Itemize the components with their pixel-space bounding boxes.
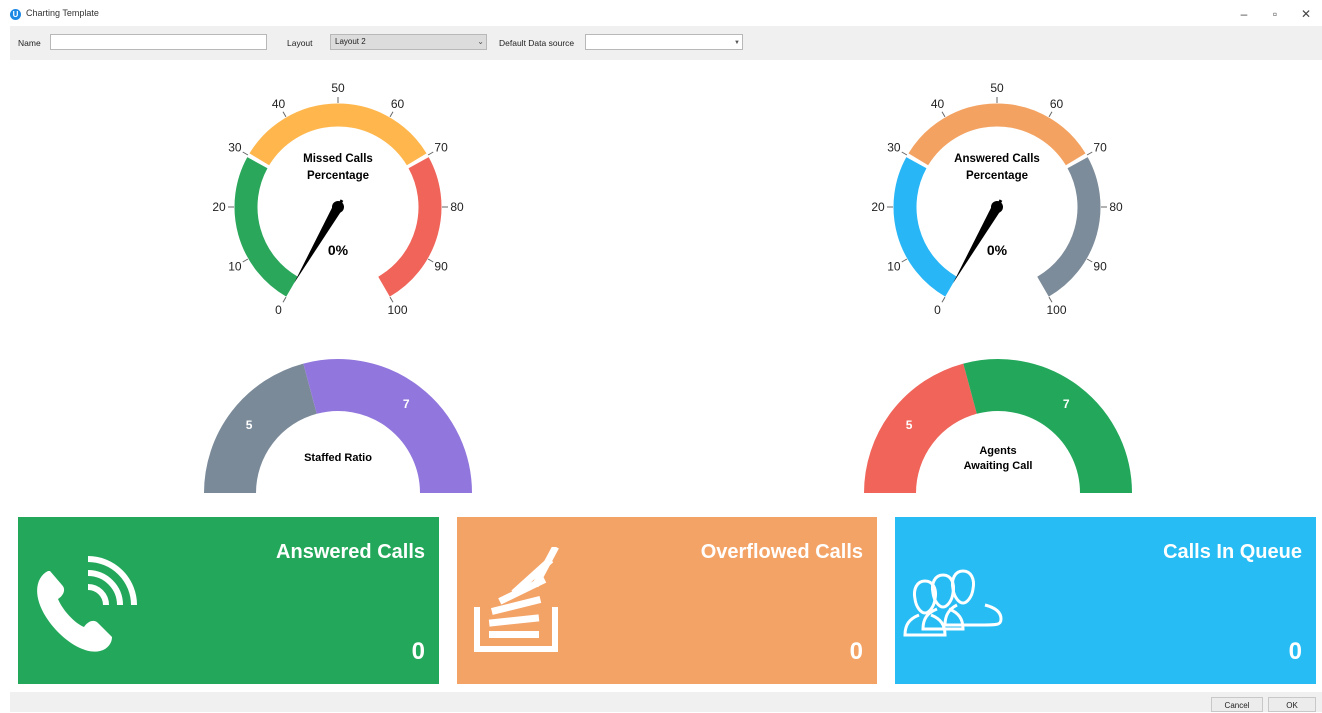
answered-tick-label-100: 100 xyxy=(1046,303,1066,317)
answered-tick-100 xyxy=(1048,296,1053,303)
missed-gauge-value: 0% xyxy=(328,242,349,258)
overflowed-calls-value: 0 xyxy=(849,638,863,665)
missed-tick-label-20: 20 xyxy=(212,200,226,214)
answered-gauge-title-line2: Percentage xyxy=(966,170,1028,182)
staffed-segment-label-1: 7 xyxy=(403,397,410,411)
answered-tick-label-50: 50 xyxy=(990,81,1004,95)
answered-calls-value: 0 xyxy=(411,638,425,665)
agents-segment-label-0: 5 xyxy=(906,418,913,432)
staffed-ratio-chart: 57 xyxy=(204,359,472,494)
answered-tick-label-80: 80 xyxy=(1109,200,1123,214)
missed-calls-gauge: 0 10 20 30 40 50 60 70 80 90 100 xyxy=(212,81,464,317)
missed-gauge-band-2 xyxy=(377,157,442,297)
missed-tick-label-100: 100 xyxy=(387,303,407,317)
missed-tick-60 xyxy=(389,111,394,118)
missed-tick-70 xyxy=(427,151,434,156)
staffed-segment-label-0: 5 xyxy=(246,418,253,432)
agents-segment-0 xyxy=(864,363,978,494)
missed-tick-label-50: 50 xyxy=(331,81,345,95)
calls-in-queue-value: 0 xyxy=(1288,638,1302,665)
overflowed-calls-title: Overflowed Calls xyxy=(700,541,863,563)
answered-tick-label-0: 0 xyxy=(934,303,941,317)
answered-tick-label-60: 60 xyxy=(1050,97,1064,111)
missed-tick-0 xyxy=(282,296,287,303)
answered-tick-70 xyxy=(1086,151,1093,156)
answered-tick-90 xyxy=(1086,258,1093,263)
missed-tick-90 xyxy=(427,258,434,263)
staffed-segment-1 xyxy=(303,359,472,494)
missed-gauge-title-line2: Percentage xyxy=(307,170,369,182)
answered-tick-label-10: 10 xyxy=(887,260,901,274)
agents-segment-label-1: 7 xyxy=(1063,397,1070,411)
missed-tick-label-30: 30 xyxy=(228,141,242,155)
gauges-area: 0102030405060708090100 Missed Calls Perc… xyxy=(204,81,1132,494)
calls-in-queue-tile[interactable]: Calls In Queue 0 xyxy=(895,517,1316,684)
answered-calls-tile[interactable]: Answered Calls 0 xyxy=(18,517,439,684)
missed-tick-label-10: 10 xyxy=(228,260,242,274)
answered-tick-label-30: 30 xyxy=(887,141,901,155)
answered-calls-title: Answered Calls xyxy=(276,541,425,563)
phone-icon xyxy=(37,556,137,652)
ok-button[interactable]: OK xyxy=(1268,697,1316,712)
answered-tick-label-90: 90 xyxy=(1093,260,1107,274)
missed-tick-40 xyxy=(282,111,287,118)
answered-tick-label-40: 40 xyxy=(931,97,945,111)
cancel-button[interactable]: Cancel xyxy=(1211,697,1263,712)
agents-awaiting-chart: 57 xyxy=(864,359,1132,494)
answered-tick-label-70: 70 xyxy=(1093,141,1107,155)
agents-segment-1 xyxy=(963,359,1132,494)
missed-tick-30 xyxy=(242,151,249,156)
missed-gauge-title-line1: Missed Calls xyxy=(303,153,373,165)
missed-tick-label-40: 40 xyxy=(272,97,286,111)
answered-gauge-value: 0% xyxy=(987,242,1008,258)
overflowed-calls-tile[interactable]: Overflowed Calls 0 xyxy=(457,517,877,684)
staffed-ratio-title: Staffed Ratio xyxy=(304,452,372,464)
agents-awaiting-title-line2: Awaiting Call xyxy=(964,460,1033,472)
users-icon xyxy=(903,569,1003,637)
answered-tick-60 xyxy=(1048,111,1053,118)
answered-gauge-band-0 xyxy=(893,157,958,297)
footer-bar xyxy=(10,692,1322,712)
missed-tick-label-0: 0 xyxy=(275,303,282,317)
missed-tick-label-80: 80 xyxy=(450,200,464,214)
stack-icon xyxy=(474,547,559,652)
answered-tick-label-20: 20 xyxy=(871,200,885,214)
missed-tick-label-90: 90 xyxy=(434,260,448,274)
missed-gauge-band-0 xyxy=(234,157,299,297)
answered-tick-10 xyxy=(901,258,908,263)
missed-tick-label-60: 60 xyxy=(391,97,405,111)
answered-tick-0 xyxy=(941,296,946,303)
staffed-segment-0 xyxy=(204,363,318,494)
answered-tick-30 xyxy=(901,151,908,156)
calls-in-queue-title: Calls In Queue xyxy=(1163,541,1302,563)
answered-gauge-band-2 xyxy=(1036,157,1101,297)
missed-tick-10 xyxy=(242,258,249,263)
missed-tick-100 xyxy=(389,296,394,303)
missed-tick-label-70: 70 xyxy=(434,141,448,155)
answered-gauge-title-line1: Answered Calls xyxy=(954,153,1040,165)
answered-tick-40 xyxy=(941,111,946,118)
answered-calls-gauge: 0 10 20 30 40 50 60 70 80 90 100 xyxy=(871,81,1123,317)
agents-awaiting-title-line1: Agents xyxy=(979,445,1016,457)
